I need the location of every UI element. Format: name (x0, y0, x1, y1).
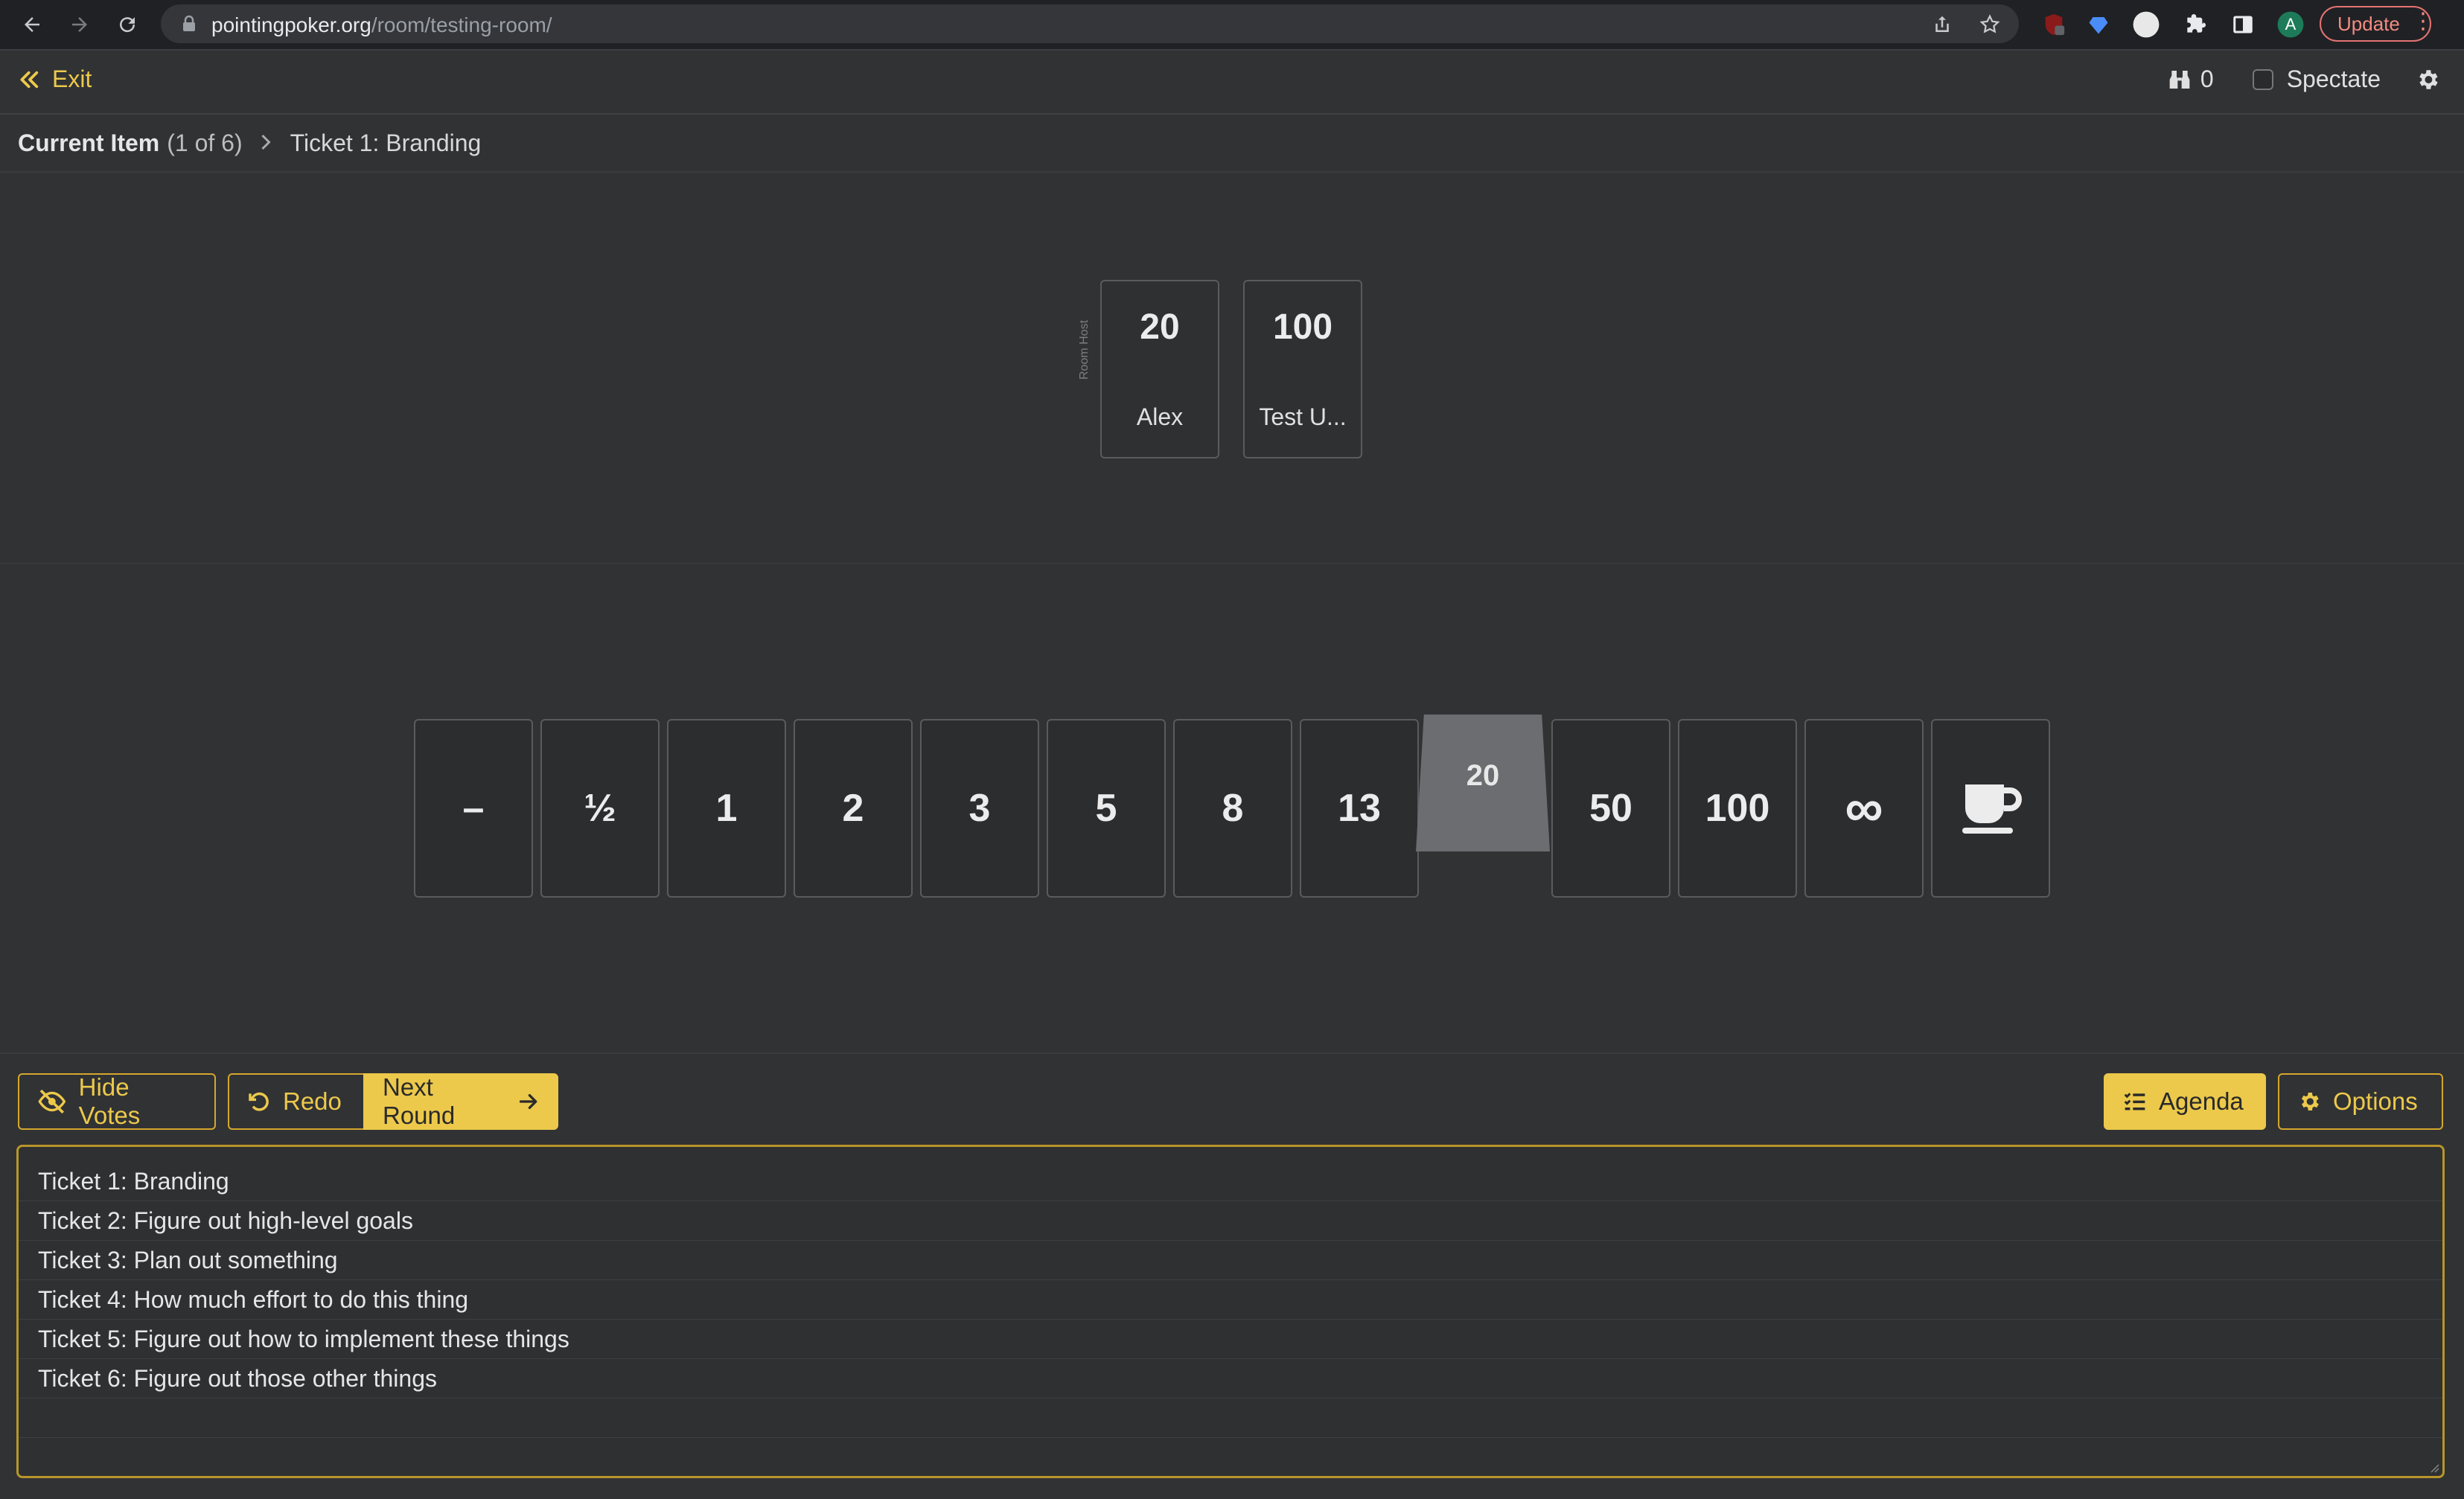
agenda-item[interactable]: Ticket 1: Branding (19, 1162, 2442, 1201)
vote-card: 20 Alex (1100, 280, 1219, 458)
deck-card[interactable]: – (414, 719, 533, 898)
share-icon[interactable] (1931, 13, 1953, 36)
deck-card[interactable]: 8 (1173, 719, 1292, 898)
agenda-item[interactable]: Ticket 2: Figure out high-level goals (19, 1201, 2442, 1241)
next-round-button[interactable]: Next Round (363, 1073, 558, 1130)
list-check-icon (2124, 1093, 2145, 1110)
double-chevron-left-icon (20, 71, 39, 88)
exit-button[interactable]: Exit (18, 65, 92, 93)
agenda-label: Agenda (2159, 1087, 2244, 1115)
gear-icon (2301, 1093, 2319, 1110)
breadcrumb-count: (1 of 6) (167, 129, 243, 156)
deck-card[interactable]: 5 (1047, 719, 1166, 898)
deck-card[interactable]: ∞ (1804, 719, 1924, 898)
deck-card-selected[interactable]: 20 (1416, 715, 1550, 851)
spectator-count: 0 (2200, 65, 2214, 92)
agenda-item[interactable]: Ticket 4: How much effort to do this thi… (19, 1280, 2442, 1320)
deck-card[interactable]: 100 (1678, 719, 1797, 898)
spectate-checkbox[interactable] (2252, 68, 2273, 90)
undo-arrow-icon (249, 1092, 269, 1111)
breadcrumb: Current Item (1 of 6) Ticket 1: Branding (0, 115, 2464, 173)
votes-area (0, 174, 2464, 564)
side-panel-icon[interactable] (2229, 10, 2257, 39)
breadcrumb-title: Current Item (18, 129, 160, 156)
eye-slash-icon (38, 1089, 66, 1114)
deck-card[interactable]: 3 (920, 719, 1039, 898)
profile-avatar[interactable]: A (2276, 10, 2305, 39)
deck-card-coffee[interactable] (1931, 719, 2050, 898)
options-button[interactable]: Options (2278, 1073, 2443, 1130)
room-host-label: Room Host (1078, 319, 1091, 380)
voter-name: Test U... (1259, 403, 1347, 430)
options-label: Options (2333, 1087, 2418, 1115)
arrow-right-icon (519, 1094, 537, 1109)
next-round-label: Next Round (383, 1073, 456, 1129)
agenda-empty-row (19, 1399, 2442, 1438)
ublock-extension-icon[interactable] (2040, 10, 2068, 39)
app-topbar: Exit 0 Spectate (0, 51, 2464, 115)
voter-name: Alex (1136, 403, 1184, 430)
deck-card[interactable]: 2 (794, 719, 913, 898)
hide-votes-label: Hide Votes (78, 1073, 141, 1129)
address-bar[interactable]: pointingpoker.org/room/testing-room/ (161, 4, 2019, 43)
vote-card: 100 Test U... (1243, 280, 1362, 458)
spectate-label[interactable]: Spectate (2287, 65, 2381, 93)
agenda-button[interactable]: Agenda (2104, 1073, 2266, 1130)
circle-extension-icon[interactable] (2132, 10, 2160, 39)
reload-icon[interactable] (112, 9, 143, 40)
redo-label: Redo (283, 1087, 342, 1115)
agenda-item[interactable]: Ticket 5: Figure out how to implement th… (19, 1320, 2442, 1359)
bookmark-star-icon[interactable] (1979, 13, 2001, 36)
binoculars-icon (2169, 70, 2190, 89)
breadcrumb-current-item: Ticket 1: Branding (290, 129, 482, 156)
browser-menu-icon[interactable]: ⋮ (2412, 10, 2434, 33)
spectators-indicator: 0 (2168, 65, 2214, 93)
resize-grip-icon[interactable] (2428, 1461, 2439, 1473)
redo-button[interactable]: Redo (228, 1073, 365, 1130)
deck-card[interactable]: 13 (1300, 719, 1419, 898)
url-text: pointingpoker.org/room/testing-room/ (211, 13, 552, 36)
lock-icon (182, 15, 197, 36)
settings-gear-icon[interactable] (2415, 67, 2440, 92)
vote-value: 100 (1272, 307, 1333, 347)
profile-initial: A (2285, 15, 2297, 33)
chevron-right-icon (259, 130, 272, 157)
vote-value: 20 (1140, 307, 1180, 347)
forward-icon[interactable] (64, 9, 95, 40)
browser-toolbar: pointingpoker.org/room/testing-room/ A U… (0, 0, 2464, 51)
exit-label: Exit (52, 65, 92, 92)
coffee-icon (1962, 784, 2022, 834)
round-controls: Hide Votes Redo Next Round Agenda Option… (0, 1052, 2464, 1146)
deck-card[interactable]: 50 (1551, 719, 1670, 898)
deck-card[interactable]: ½ (540, 719, 660, 898)
agenda-item[interactable]: Ticket 3: Plan out something (19, 1241, 2442, 1280)
agenda-textarea[interactable]: Ticket 1: Branding Ticket 2: Figure out … (16, 1145, 2445, 1478)
deck-card[interactable]: 1 (667, 719, 786, 898)
puzzle-extensions-icon[interactable] (2181, 10, 2209, 39)
gem-extension-icon[interactable] (2084, 10, 2113, 39)
agenda-item[interactable]: Ticket 6: Figure out those other things (19, 1359, 2442, 1399)
hide-votes-button[interactable]: Hide Votes (18, 1073, 216, 1130)
back-icon[interactable] (16, 9, 48, 40)
